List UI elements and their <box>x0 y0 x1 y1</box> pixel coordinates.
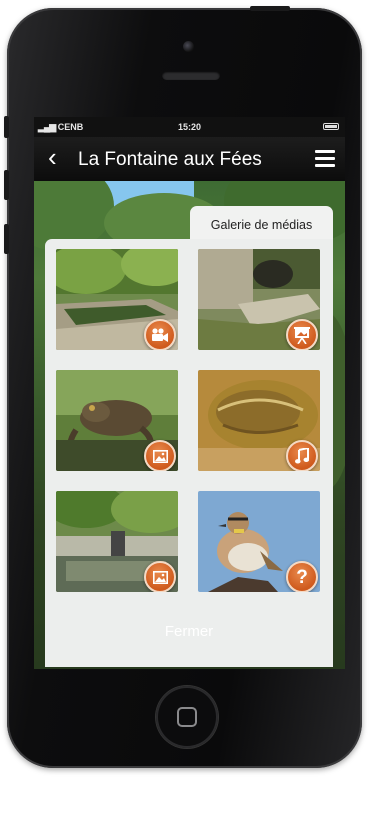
image-icon <box>144 561 176 592</box>
slideshow-icon <box>286 319 318 350</box>
close-button[interactable]: Fermer <box>45 623 333 640</box>
earpiece-speaker <box>162 71 220 80</box>
page-title: La Fontaine aux Fées <box>78 149 262 170</box>
power-button <box>250 6 290 11</box>
screen: ▂▄▆ CENB 15:20 ‹ La Fontaine aux Fées Ga… <box>34 117 345 669</box>
tab-gallery-label: Galerie de médias <box>210 218 313 232</box>
volume-down-button <box>4 224 9 254</box>
hamburger-menu-icon[interactable] <box>315 150 335 168</box>
front-camera <box>183 41 194 52</box>
volume-up-button <box>4 170 9 200</box>
mute-switch <box>4 116 9 138</box>
image-icon <box>144 440 176 471</box>
media-tile-fountain-basin[interactable] <box>56 249 178 350</box>
back-chevron-icon[interactable]: ‹ <box>48 143 57 171</box>
question-icon: ? <box>286 561 318 592</box>
battery-icon <box>323 123 339 130</box>
media-tile-fountain-wall[interactable] <box>56 491 178 592</box>
music-icon <box>286 440 318 471</box>
media-tile-stone-channel[interactable] <box>198 249 320 350</box>
navigation-bar: ‹ La Fontaine aux Fées <box>34 137 345 181</box>
media-tile-toad[interactable] <box>56 370 178 471</box>
media-tile-horned-lark[interactable]: ? <box>198 491 320 592</box>
home-square-icon <box>177 707 197 727</box>
media-tile-frog[interactable] <box>198 370 320 471</box>
status-time: 15:20 <box>177 122 202 132</box>
status-bar: ▂▄▆ CENB 15:20 <box>34 117 345 137</box>
media-gallery-panel: ? <box>45 239 333 667</box>
video-icon <box>144 319 176 350</box>
